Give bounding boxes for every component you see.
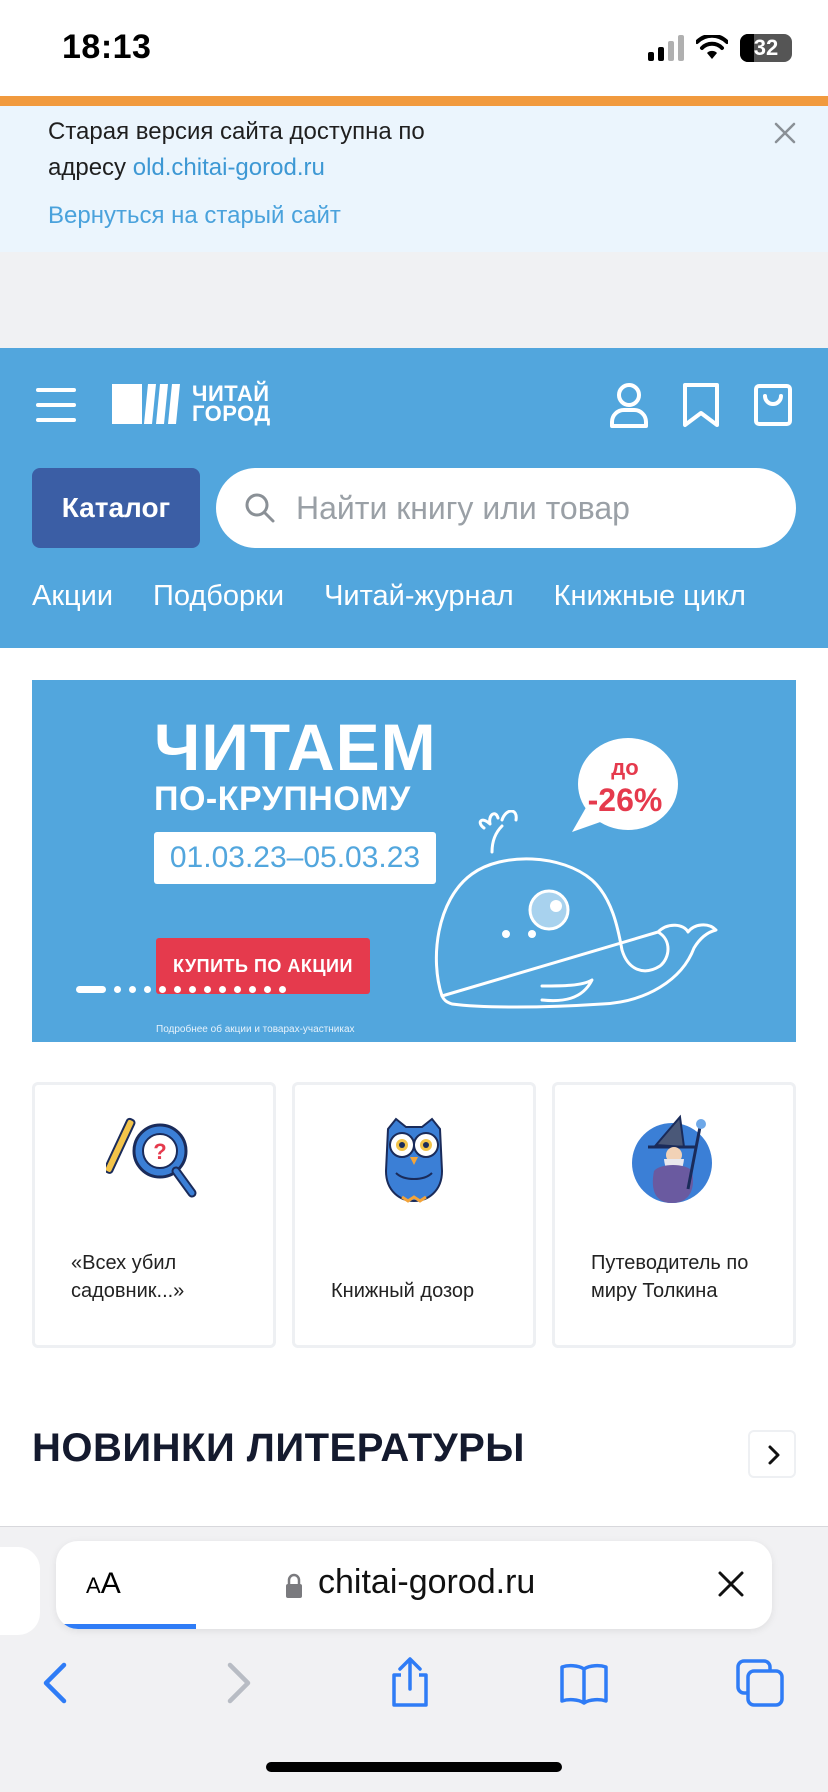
- accent-line: [0, 96, 828, 106]
- carousel-dot[interactable]: [159, 986, 166, 993]
- promo-dates: 01.03.23–05.03.23: [154, 832, 436, 884]
- carousel-dot[interactable]: [234, 986, 241, 993]
- status-icons: 32: [648, 34, 792, 62]
- featured-collections: ? «Всех убил садовник...» Книжный дозор: [32, 1082, 796, 1348]
- svg-text:?: ?: [153, 1139, 166, 1164]
- search-icon: [245, 493, 275, 523]
- discount-prefix: до: [611, 755, 639, 780]
- top-nav: Акции Подборки Читай-журнал Книжные цикл: [32, 580, 746, 613]
- return-to-old-site-link[interactable]: Вернуться на старый сайт: [48, 202, 341, 230]
- carousel-dot[interactable]: [189, 986, 196, 993]
- logo-mark-icon: [112, 384, 180, 424]
- reader-settings-button[interactable]: AA: [86, 1567, 121, 1601]
- site-logo[interactable]: ЧИТАЙ ГОРОД: [112, 383, 271, 426]
- url-text[interactable]: chitai-gorod.ru: [318, 1563, 535, 1602]
- back-icon[interactable]: [32, 1657, 84, 1709]
- status-time: 18:13: [62, 28, 152, 66]
- carousel-dots[interactable]: [76, 986, 286, 993]
- carousel-dot[interactable]: [249, 986, 256, 993]
- carousel-dot[interactable]: [174, 986, 181, 993]
- whale-illustration-icon: [434, 810, 718, 1009]
- page-load-progress: [56, 1624, 196, 1629]
- wifi-icon: [696, 35, 728, 59]
- collection-card-detective[interactable]: ? «Всех убил садовник...»: [32, 1082, 276, 1348]
- discount-badge: до -26%: [572, 752, 678, 816]
- promo-title: ЧИТАЕМ: [154, 710, 437, 784]
- collection-label: Путеводитель по миру Толкина: [591, 1252, 749, 1302]
- tabs-icon[interactable]: [734, 1657, 786, 1709]
- carousel-dot[interactable]: [76, 986, 106, 993]
- carousel-dot[interactable]: [219, 986, 226, 993]
- new-books-next-button[interactable]: [748, 1430, 796, 1478]
- address-bar[interactable]: AA chitai-gorod.ru: [56, 1541, 772, 1629]
- battery-level: 32: [753, 35, 779, 60]
- carousel-dot[interactable]: [264, 986, 271, 993]
- carousel-dot[interactable]: [279, 986, 286, 993]
- catalog-button[interactable]: Каталог: [32, 468, 200, 548]
- old-site-notice: Старая версия сайта доступна по адресу o…: [0, 106, 828, 252]
- previous-tab-peek[interactable]: [0, 1547, 40, 1635]
- notice-text: Старая версия сайта доступна по адресу o…: [48, 114, 488, 186]
- wizard-icon: [632, 1114, 712, 1203]
- owl-icon: [384, 1117, 444, 1203]
- lock-icon: [286, 1573, 302, 1598]
- bookmarks-icon[interactable]: [558, 1657, 610, 1709]
- new-books-heading: НОВИНКИ ЛИТЕРАТУРЫ: [32, 1426, 525, 1470]
- promo-subtitle: ПО-КРУПНОМУ: [154, 780, 411, 818]
- cart-icon[interactable]: [752, 382, 794, 428]
- logo-line-2: ГОРОД: [192, 401, 271, 426]
- nav-item-promotions[interactable]: Акции: [32, 580, 113, 613]
- site-header: ЧИТАЙ ГОРОД Каталог Акции Подборки Читай…: [0, 348, 828, 648]
- search-bar[interactable]: [216, 468, 796, 548]
- logo-text: ЧИТАЙ ГОРОД: [192, 383, 271, 426]
- battery-icon: 32: [740, 34, 792, 62]
- carousel-dot[interactable]: [129, 986, 136, 993]
- magnifier-question-icon: ?: [106, 1117, 197, 1198]
- status-bar: 18:13 32: [0, 0, 828, 96]
- home-indicator[interactable]: [266, 1762, 562, 1772]
- old-site-link[interactable]: old.chitai-gorod.ru: [133, 154, 325, 181]
- cellular-signal-icon: [648, 35, 684, 61]
- menu-icon[interactable]: [36, 388, 76, 422]
- collection-label: «Всех убил садовник...»: [71, 1252, 185, 1302]
- promo-footnote[interactable]: Подробнее об акции и товарах-участниках: [156, 1024, 355, 1035]
- collection-label: Книжный дозор: [331, 1280, 475, 1302]
- bookmark-icon[interactable]: [680, 382, 722, 428]
- chevron-right-icon: [768, 1445, 780, 1465]
- ad-placeholder: [0, 252, 828, 348]
- browser-toolbar: AA chitai-gorod.ru: [0, 1526, 828, 1792]
- carousel-dot[interactable]: [204, 986, 211, 993]
- collection-card-book-watch[interactable]: Книжный дозор: [292, 1082, 536, 1348]
- collection-card-tolkien[interactable]: Путеводитель по миру Толкина: [552, 1082, 796, 1348]
- nav-item-journal[interactable]: Читай-журнал: [324, 580, 514, 613]
- nav-item-collections[interactable]: Подборки: [153, 580, 284, 613]
- close-icon[interactable]: [770, 118, 800, 148]
- forward-icon[interactable]: [210, 1657, 262, 1709]
- user-icon[interactable]: [608, 382, 650, 428]
- promo-banner[interactable]: ЧИТАЕМ ПО-КРУПНОМУ 01.03.23–05.03.23 до …: [32, 680, 796, 1042]
- carousel-dot[interactable]: [114, 986, 121, 993]
- close-icon[interactable]: [716, 1569, 746, 1599]
- carousel-dot[interactable]: [144, 986, 151, 993]
- search-input[interactable]: [296, 484, 776, 532]
- nav-item-book-series[interactable]: Книжные цикл: [554, 580, 746, 613]
- share-icon[interactable]: [384, 1657, 436, 1709]
